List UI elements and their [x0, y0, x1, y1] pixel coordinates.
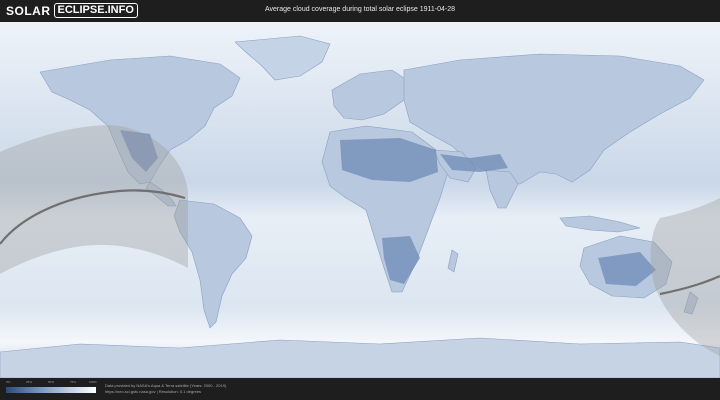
- data-credits: Data provided by NASA's Aqua & Terra sat…: [105, 383, 226, 395]
- cloud-coverage-map: [0, 22, 720, 378]
- legend-tick-0: 0%: [6, 380, 11, 384]
- legend-tick-100: 100%: [89, 380, 97, 384]
- cloud-coverage-legend-bar: [6, 387, 96, 393]
- legend-tick-50: 50%: [48, 380, 55, 384]
- legend-tick-75: 75%: [70, 380, 77, 384]
- legend-tick-labels: 0% 25% 50% 75% 100%: [6, 380, 97, 384]
- credits-line-2: https://neo.sci.gsfc.nasa.gov | Resoluti…: [105, 389, 201, 394]
- page-title: Average cloud coverage during total sola…: [264, 6, 456, 13]
- legend-tick-25: 25%: [26, 380, 33, 384]
